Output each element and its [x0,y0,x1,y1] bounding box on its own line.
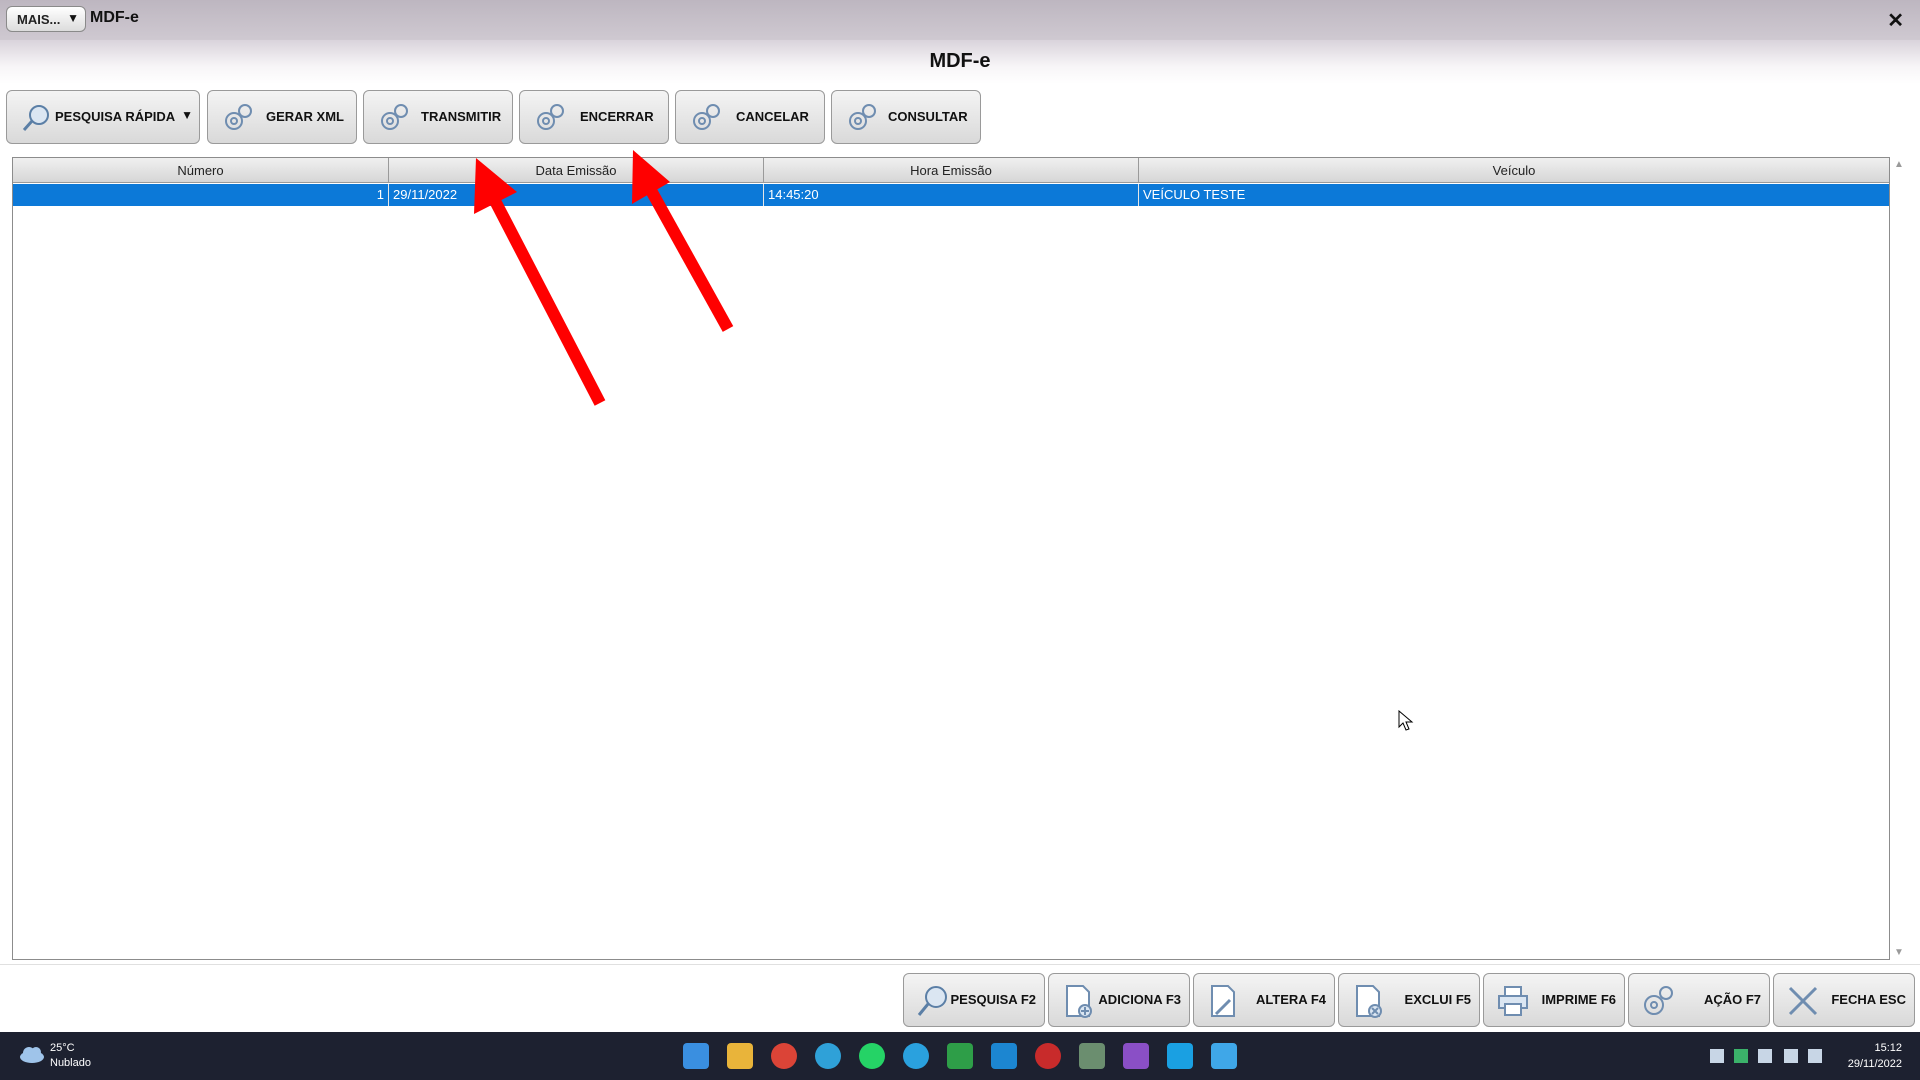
whatsapp-icon[interactable] [859,1043,885,1069]
scroll-up-icon[interactable]: ▲ [1894,159,1904,170]
search-icon [22,105,49,131]
cell-hora-emissao: 14:45:20 [764,184,1139,206]
security-tray-icon[interactable] [1734,1049,1748,1063]
title-bar: MAIS... ▼ MDF-e ✕ [0,0,1920,40]
chevron-down-icon: ▼ [181,108,193,122]
cancel-label: CANCELAR [736,109,809,124]
clock-date[interactable]: 29/11/2022 [1848,1058,1902,1070]
close-icon [1788,986,1818,1016]
weather-description: Nublado [50,1057,91,1069]
search-f2-button[interactable]: PESQUISA F2 [903,973,1045,1027]
video-icon[interactable] [1123,1043,1149,1069]
gear-icon [225,104,252,130]
mais-dropdown-button[interactable]: MAIS... ▼ [6,6,86,32]
edit-f4-label: ALTERA F4 [1255,992,1326,1007]
chevron-down-icon: ▼ [67,11,79,25]
gear-icon [381,104,408,130]
generate-xml-button[interactable]: GERAR XML [207,90,357,144]
windows-taskbar: 25°C Nublado 15:12 29/11/2022 [0,1032,1920,1080]
close-esc-button[interactable]: FECHA ESC [1773,973,1915,1027]
page-title: MDF-e [929,50,991,72]
scroll-down-icon[interactable]: ▼ [1894,947,1904,958]
delete-f5-label: EXCLUI F5 [1404,992,1471,1007]
action-f7-label: AÇÃO F7 [1703,992,1761,1007]
cloud-icon[interactable] [18,1044,46,1064]
header-strip: MDF-e [0,40,1920,84]
vertical-scrollbar[interactable]: ▲ ▼ [1890,157,1910,960]
close-mdfe-label: ENCERRAR [580,109,654,124]
gear-icon [693,104,720,130]
consult-label: CONSULTAR [888,109,968,124]
transmit-label: TRANSMITIR [421,109,502,124]
search-icon [917,986,947,1016]
cancel-button[interactable]: CANCELAR [675,90,825,144]
mais-label: MAIS... [17,11,61,27]
add-document-icon [1066,985,1092,1018]
edit-document-icon [1211,985,1235,1017]
close-mdfe-button[interactable]: ENCERRAR [519,90,669,144]
cell-data-emissao: 29/11/2022 [389,184,764,206]
print-f6-button[interactable]: IMPRIME F6 [1483,973,1625,1027]
edge-icon[interactable] [815,1043,841,1069]
monitor-tray-icon[interactable] [1784,1049,1798,1063]
search-f2-label: PESQUISA F2 [950,992,1036,1007]
file-explorer-icon[interactable] [727,1043,753,1069]
delete-f5-button[interactable]: EXCLUI F5 [1338,973,1480,1027]
add-f3-label: ADICIONA F3 [1098,992,1181,1007]
quick-search-button[interactable]: PESQUISA RÁPIDA ▼ [6,90,200,144]
generate-xml-label: GERAR XML [266,109,344,124]
delete-document-icon [1356,985,1382,1018]
telegram-icon[interactable] [903,1043,929,1069]
cell-numero: 1 [13,184,389,206]
gear-icon [537,104,564,130]
transmit-button[interactable]: TRANSMITIR [363,90,513,144]
app-red-icon[interactable] [1035,1043,1061,1069]
weather-temperature: 25°C [50,1042,75,1054]
consult-button[interactable]: CONSULTAR [831,90,981,144]
column-header-veiculo[interactable]: Veículo [1139,158,1889,183]
clock-time[interactable]: 15:12 [1874,1042,1902,1054]
chrome-icon[interactable] [771,1043,797,1069]
remote-icon[interactable] [991,1043,1017,1069]
spreadsheet-icon[interactable] [947,1043,973,1069]
column-header-numero[interactable]: Número [13,158,389,183]
gear-icon [1644,986,1673,1015]
cell-veiculo: VEÍCULO TESTE [1143,187,1246,202]
quick-search-label: PESQUISA RÁPIDA [55,109,176,124]
notepad-icon[interactable] [1211,1043,1237,1069]
table-row[interactable]: 1 29/11/2022 14:45:20 VEÍCULO TESTE [13,184,1889,206]
close-esc-label: FECHA ESC [1831,992,1906,1007]
column-header-hora-emissao[interactable]: Hora Emissão [764,158,1139,183]
app-active-icon[interactable] [1079,1043,1105,1069]
windows-start-icon[interactable] [683,1043,709,1069]
close-icon[interactable]: ✕ [1887,8,1904,33]
battery-tray-icon[interactable] [1758,1049,1772,1063]
column-header-data-emissao[interactable]: Data Emissão [389,158,764,183]
add-f3-button[interactable]: ADICIONA F3 [1048,973,1190,1027]
gear-icon [849,104,876,130]
printer-icon [1498,986,1528,1016]
table-header: Número Data Emissão Hora Emissão Veículo [13,158,1889,183]
window-title: MDF-e [90,9,139,26]
action-f7-button[interactable]: AÇÃO F7 [1628,973,1770,1027]
mail-icon[interactable] [1167,1043,1193,1069]
volume-tray-icon[interactable] [1808,1049,1822,1063]
print-f6-label: IMPRIME F6 [1541,992,1616,1007]
edit-f4-button[interactable]: ALTERA F4 [1193,973,1335,1027]
mouse-cursor-icon [1398,710,1414,731]
network-tray-icon[interactable] [1710,1049,1724,1063]
mdfe-table: Número Data Emissão Hora Emissão Veículo… [12,157,1890,960]
